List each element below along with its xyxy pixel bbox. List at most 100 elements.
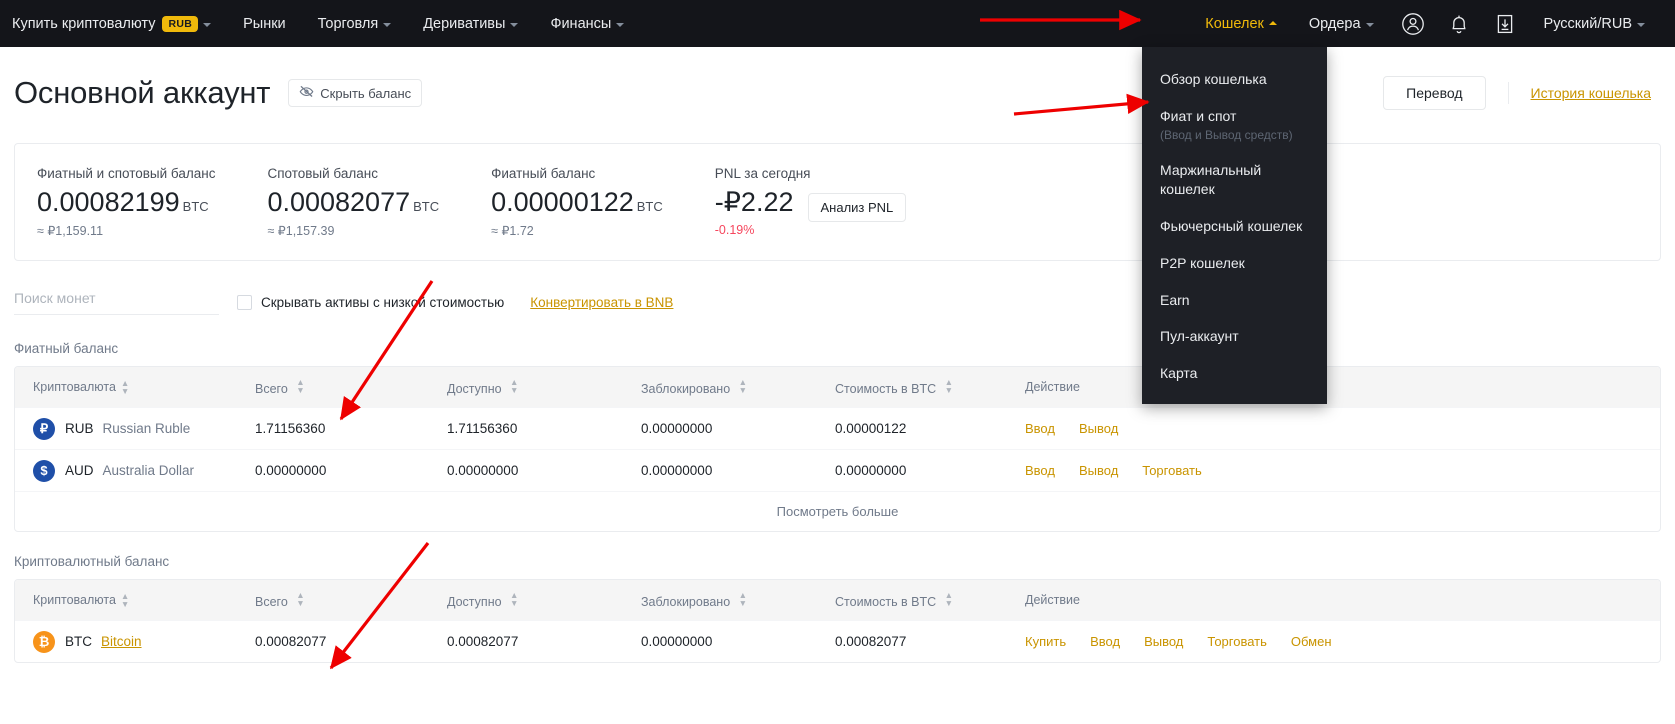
- sort-icon[interactable]: ▲ ▼: [739, 591, 747, 608]
- table-row: $ AUD Australia Dollar 0.00000000 0.0000…: [15, 449, 1660, 491]
- nav-item-wallet[interactable]: Кошелек: [1205, 0, 1293, 47]
- nav-item-buy-crypto[interactable]: Купить криптовалюту RUB: [12, 0, 227, 47]
- column-header-btc-value[interactable]: Стоимость в BTC ▲ ▼: [835, 591, 1025, 609]
- wallet-menu-item-earn[interactable]: Earn: [1142, 282, 1327, 319]
- cell-btc-value: 0.00000122: [835, 421, 907, 436]
- wallet-menu-item-futures[interactable]: Фьючерсный кошелек: [1142, 208, 1327, 245]
- balance-value: 0.00082077 BTC: [267, 187, 439, 217]
- sort-icon[interactable]: ▲ ▼: [510, 591, 518, 608]
- hide-low-value-checkbox-row[interactable]: Скрывать активы с низкой стоимостью: [237, 294, 505, 310]
- action-deposit[interactable]: Ввод: [1025, 463, 1055, 478]
- sort-icon[interactable]: ▲ ▼: [945, 591, 953, 608]
- sort-icon[interactable]: ▲ ▼: [121, 592, 129, 609]
- nav-item-finance[interactable]: Финансы: [534, 0, 640, 47]
- wallet-history-link[interactable]: История кошелька: [1531, 85, 1651, 101]
- column-label: Доступно: [447, 382, 502, 396]
- nav-item-locale[interactable]: Русский/RUB: [1528, 0, 1661, 47]
- column-header-available[interactable]: Доступно ▲ ▼: [447, 378, 641, 396]
- column-header-coin[interactable]: Криптовалюта ▲ ▼: [15, 379, 255, 396]
- nav-right-group: Кошелек Ордера Русский/RUB: [1205, 0, 1661, 47]
- nav-item-orders[interactable]: Ордера: [1293, 0, 1390, 47]
- pnl-analysis-button[interactable]: Анализ PNL: [807, 193, 907, 222]
- sort-icon[interactable]: ▲ ▼: [296, 378, 304, 395]
- wallet-menu-item-card[interactable]: Карта: [1142, 355, 1327, 392]
- pnl-percent: -0.19%: [714, 223, 755, 238]
- cell-coin: ₿ BTC Bitcoin: [15, 630, 255, 653]
- chevron-up-icon: [1268, 20, 1277, 25]
- download-icon[interactable]: [1482, 0, 1528, 47]
- action-deposit[interactable]: Ввод: [1025, 421, 1055, 436]
- search-input[interactable]: [14, 289, 219, 306]
- wallet-menu-item-fiat-spot[interactable]: Фиат и спот (Ввод и Вывод средств): [1142, 98, 1327, 152]
- sort-icon[interactable]: ▲ ▼: [739, 378, 747, 395]
- column-header-available[interactable]: Доступно ▲ ▼: [447, 591, 641, 609]
- column-label: Всего: [255, 382, 288, 396]
- coin-symbol: AUD: [65, 463, 94, 478]
- nav-item-label: Финансы: [550, 15, 612, 32]
- wallet-menu-item-pool[interactable]: Пул-аккаунт: [1142, 318, 1327, 355]
- balance-amount: 0.00082077: [267, 187, 411, 217]
- fiat-balance-table: Криптовалюта ▲ ▼ Всего ▲ ▼ Доступно ▲ ▼ Заб…: [14, 366, 1661, 532]
- cell-btc-value: 0.00082077: [835, 634, 907, 649]
- hide-balance-label: Скрыть баланс: [320, 85, 412, 101]
- wallet-menu-item-overview[interactable]: Обзор кошелька: [1142, 61, 1327, 98]
- hide-balance-button[interactable]: Скрыть баланс: [288, 79, 423, 107]
- cell-available: 1.71156360: [447, 421, 518, 436]
- column-label: Действие: [1025, 593, 1080, 607]
- balance-label: Спотовый баланс: [267, 166, 378, 181]
- convert-to-bnb-link[interactable]: Конвертировать в BNB: [530, 295, 673, 310]
- wallet-menu-item-p2p[interactable]: P2P кошелек: [1142, 245, 1327, 282]
- table-header-row: Криптовалюта ▲ ▼ Всего ▲ ▼ Доступно ▲ ▼ Заб…: [15, 580, 1660, 620]
- sort-icon[interactable]: ▲ ▼: [510, 378, 518, 395]
- action-convert[interactable]: Обмен: [1291, 634, 1332, 649]
- balance-unit: BTC: [413, 199, 440, 214]
- action-withdraw[interactable]: Вывод: [1079, 421, 1118, 436]
- action-trade[interactable]: Торговать: [1142, 463, 1202, 478]
- action-withdraw[interactable]: Вывод: [1144, 634, 1183, 649]
- sort-icon[interactable]: ▲ ▼: [121, 379, 129, 396]
- page-header-actions: Перевод История кошелька: [1383, 76, 1651, 110]
- crypto-balance-table: Криптовалюта ▲ ▼ Всего ▲ ▼ Доступно ▲ ▼ Заб…: [14, 579, 1661, 663]
- column-header-locked[interactable]: Заблокировано ▲ ▼: [641, 591, 835, 609]
- see-more-button[interactable]: Посмотреть больше: [15, 491, 1660, 531]
- balance-label: Фиатный баланс: [491, 166, 596, 181]
- search-coin-wrapper: [14, 289, 219, 315]
- coin-symbol: BTC: [65, 634, 92, 649]
- sort-icon[interactable]: ▲ ▼: [296, 591, 304, 608]
- balance-fiat-and-spot: Фиатный и спотовый баланс 0.00082199 BTC …: [37, 166, 215, 238]
- nav-item-trade[interactable]: Торговля: [302, 0, 408, 47]
- column-header-total[interactable]: Всего ▲ ▼: [255, 591, 447, 609]
- rub-coin-icon: ₽: [33, 417, 55, 440]
- action-buy[interactable]: Купить: [1025, 634, 1066, 649]
- column-label: Доступно: [447, 595, 502, 609]
- cell-locked: 0.00000000: [641, 463, 713, 478]
- wallet-menu-label: Earn: [1160, 291, 1190, 308]
- hide-low-value-label: Скрывать активы с низкой стоимостью: [261, 294, 505, 310]
- nav-item-markets[interactable]: Рынки: [227, 0, 302, 47]
- aud-coin-icon: $: [33, 459, 55, 482]
- wallet-menu-item-margin[interactable]: Маржинальный кошелек: [1142, 152, 1327, 208]
- cell-actions: Купить Ввод Вывод Торговать Обмен: [1025, 634, 1660, 649]
- eye-off-icon: [299, 85, 314, 101]
- wallet-menu-label: Обзор кошелька: [1160, 71, 1267, 87]
- column-header-btc-value[interactable]: Стоимость в BTC ▲ ▼: [835, 378, 1025, 396]
- nav-item-label: Ордера: [1308, 15, 1361, 32]
- column-header-locked[interactable]: Заблокировано ▲ ▼: [641, 378, 835, 396]
- column-header-total[interactable]: Всего ▲ ▼: [255, 378, 447, 396]
- user-icon[interactable]: [1390, 0, 1436, 47]
- bell-icon[interactable]: [1436, 0, 1482, 47]
- hide-low-value-checkbox[interactable]: [237, 294, 252, 310]
- action-withdraw[interactable]: Вывод: [1079, 463, 1118, 478]
- coin-name-link[interactable]: Bitcoin: [101, 634, 142, 649]
- column-header-coin[interactable]: Криптовалюта ▲ ▼: [15, 592, 255, 609]
- transfer-button[interactable]: Перевод: [1383, 76, 1486, 110]
- column-label: Стоимость в BTC: [835, 382, 937, 396]
- column-header-action: Действие: [1025, 380, 1660, 394]
- sort-icon[interactable]: ▲ ▼: [945, 378, 953, 395]
- action-trade[interactable]: Торговать: [1207, 634, 1267, 649]
- nav-item-derivatives[interactable]: Деривативы: [407, 0, 534, 47]
- cell-btc-value: 0.00000000: [835, 463, 907, 478]
- action-deposit[interactable]: Ввод: [1090, 634, 1120, 649]
- nav-item-label: Деривативы: [423, 15, 506, 32]
- cell-locked: 0.00000000: [641, 421, 713, 436]
